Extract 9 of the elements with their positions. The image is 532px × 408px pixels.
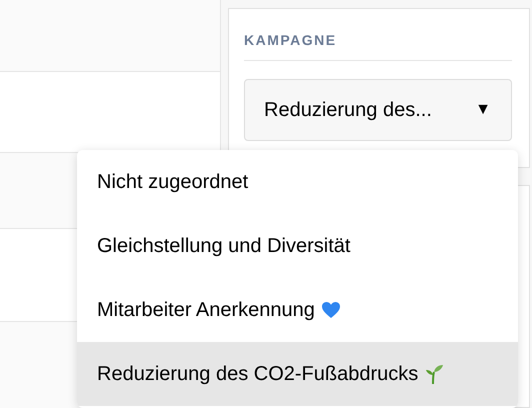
caret-icon: ▼	[475, 98, 491, 122]
campaign-select[interactable]: Reduzierung des... ▼	[244, 79, 512, 141]
dropdown-option[interactable]: Gleichstellung und Diversität	[77, 214, 518, 278]
dropdown-option[interactable]: Reduzierung des CO2-Fußabdrucks	[77, 342, 518, 406]
dropdown-option[interactable]: Nicht zugeordnet	[77, 150, 518, 214]
dropdown-option[interactable]: Mitarbeiter Anerkennung	[77, 278, 518, 342]
section-label: KAMPAGNE	[244, 31, 338, 49]
heart-icon	[320, 301, 341, 319]
sprout-icon	[424, 363, 444, 385]
